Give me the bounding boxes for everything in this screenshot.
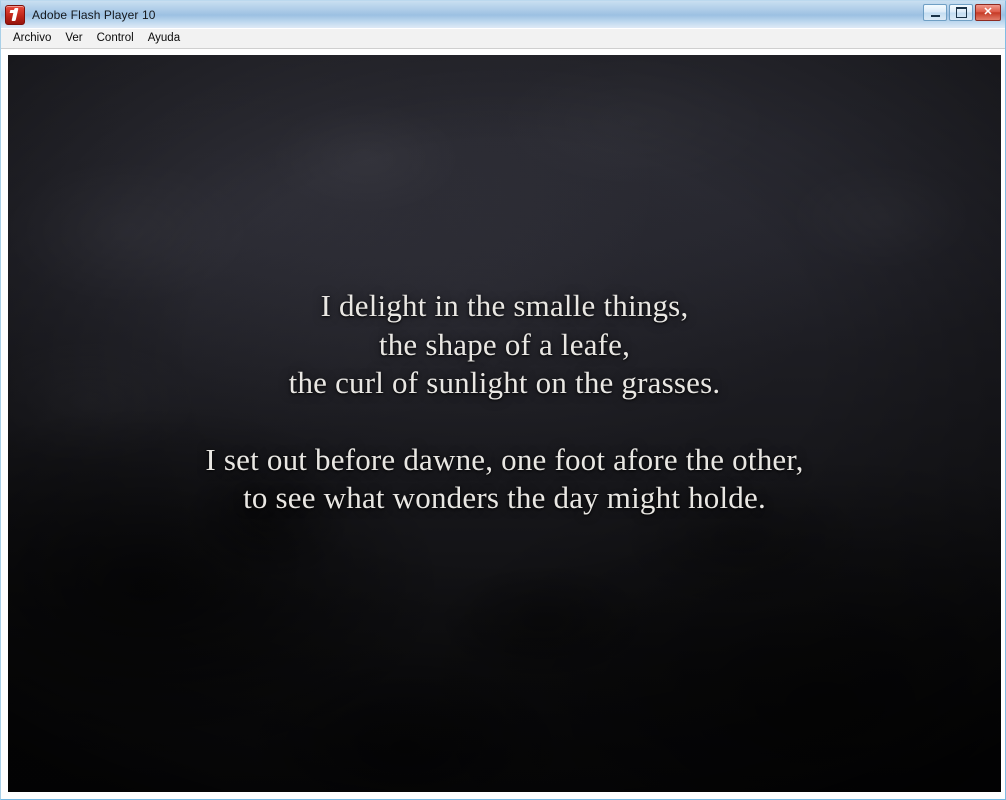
close-icon: ✕ (983, 6, 993, 18)
maximize-button[interactable] (949, 4, 973, 21)
flash-player-icon (5, 4, 25, 25)
minimize-icon (924, 5, 946, 20)
maximize-icon (950, 5, 972, 20)
menu-control[interactable]: Control (91, 31, 142, 46)
menu-ver[interactable]: Ver (59, 31, 90, 46)
minimize-button[interactable] (923, 4, 947, 21)
stage-frame: I delight in the smalle things, the shap… (1, 49, 1005, 799)
flash-stage[interactable]: I delight in the smalle things, the shap… (8, 55, 1001, 792)
poem-line: to see what wonders the day might holde. (243, 480, 766, 515)
poem-line: the shape of a leafe, (378, 326, 631, 362)
poem-line: I delight in the smalle things, (320, 288, 689, 323)
poem-line: the curl of sunlight on the grasses. (288, 365, 721, 400)
menu-bar: Archivo Ver Control Ayuda (1, 29, 1005, 49)
poem-line: I set out before dawne, one foot afore t… (205, 441, 804, 477)
poem-stanza: I delight in the smalle things, the shap… (8, 287, 1001, 403)
window-title: Adobe Flash Player 10 (32, 7, 156, 22)
flash-player-window: Adobe Flash Player 10 ✕ Archivo Ver Cont… (0, 0, 1006, 800)
window-controls: ✕ (923, 4, 1001, 21)
poem-text: I delight in the smalle things, the shap… (8, 287, 1001, 518)
menu-ayuda[interactable]: Ayuda (142, 31, 188, 46)
close-button[interactable]: ✕ (975, 4, 1001, 21)
poem-stanza: I set out before dawne, one foot afore t… (8, 441, 1001, 518)
menu-archivo[interactable]: Archivo (7, 31, 59, 46)
title-bar[interactable]: Adobe Flash Player 10 ✕ (1, 1, 1005, 29)
